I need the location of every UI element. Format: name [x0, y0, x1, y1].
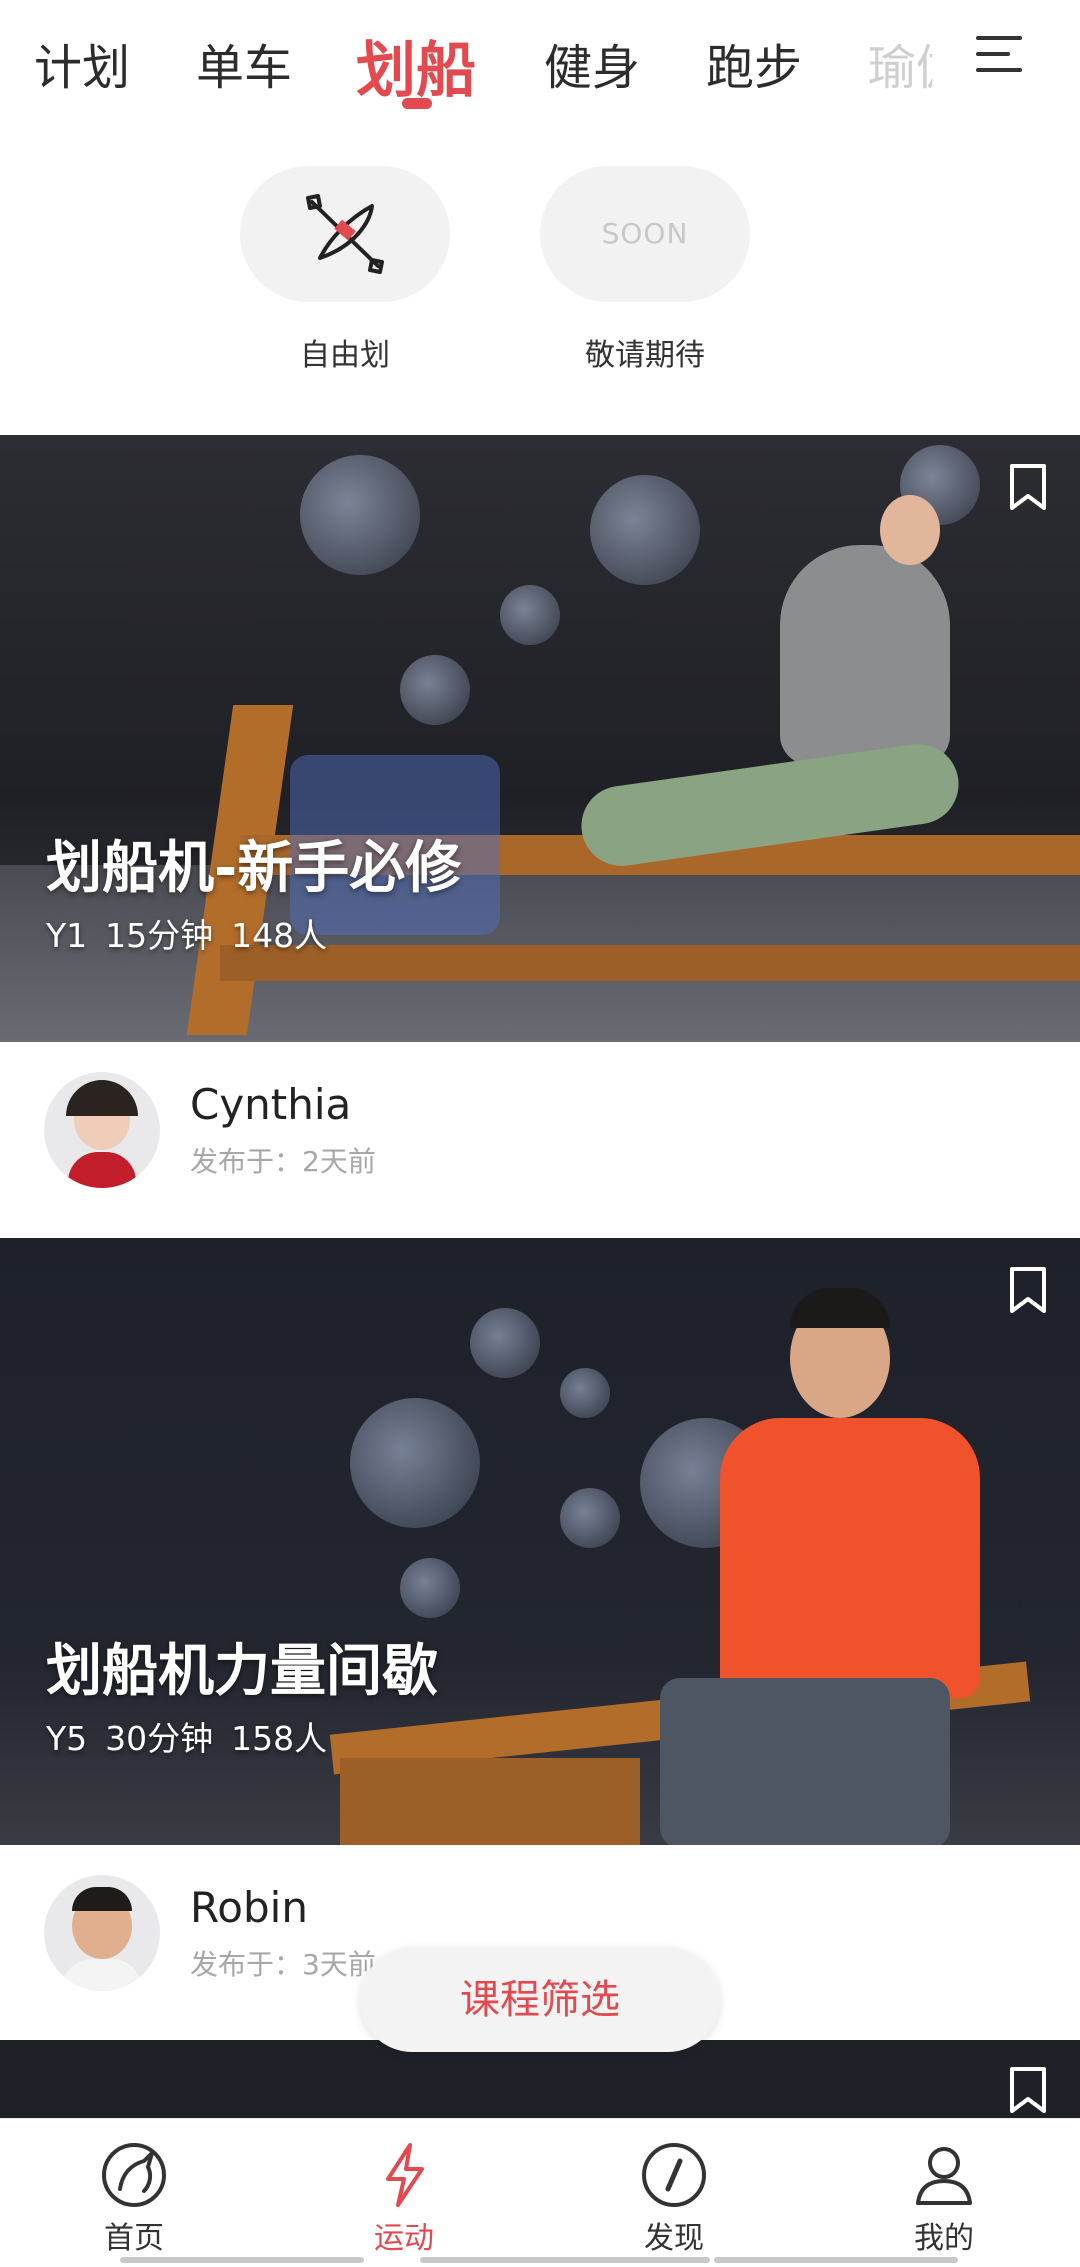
nav-me[interactable]: 我的 [874, 2119, 1014, 2267]
nav-discover-label: 发现 [644, 2221, 704, 2256]
active-tab-indicator [402, 98, 432, 109]
nav-discover[interactable]: 发现 [604, 2119, 744, 2267]
publish-time: 发布于：2天前 [190, 1145, 376, 1178]
nav-sport-label: 运动 [374, 2221, 434, 2256]
nav-divider [714, 2257, 958, 2263]
free-row-mode-button[interactable] [240, 166, 450, 302]
course-duration: 30分钟 [105, 1719, 214, 1758]
course-title: 划船机力量间歇 [46, 1639, 438, 1704]
course-meta: Y1 15分钟 148人 [46, 909, 345, 957]
avatar[interactable] [44, 1072, 160, 1188]
tab-fitness[interactable]: 健身 [544, 28, 640, 98]
free-row-label: 自由划 [300, 338, 390, 373]
course-duration: 15分钟 [105, 916, 214, 955]
bookmark-icon[interactable] [1008, 2066, 1048, 2114]
coach-name: Cynthia [190, 1080, 352, 1129]
coach-row-1[interactable]: Cynthia 发布于：2天前 [0, 1042, 1080, 1238]
course-title: 划船机-新手必修 [46, 836, 462, 901]
coming-soon-mode-button[interactable]: SOON [540, 166, 750, 302]
coach-name: Robin [190, 1883, 308, 1932]
bookmark-icon[interactable] [1008, 463, 1048, 511]
menu-icon[interactable] [976, 34, 1022, 74]
course-meta: Y5 30分钟 158人 [46, 1712, 345, 1760]
course-card-1-hero[interactable]: 划船机-新手必修 Y1 15分钟 148人 [0, 435, 1080, 1042]
nav-me-label: 我的 [914, 2221, 974, 2256]
coming-soon-label: 敬请期待 [585, 338, 705, 373]
avatar[interactable] [44, 1875, 160, 1991]
tab-plan[interactable]: 计划 [34, 28, 130, 98]
lightning-icon [386, 2143, 424, 2207]
tab-yoga[interactable]: 瑜伽 [868, 28, 932, 98]
bottom-navigation: 首页 运动 发现 我的 [0, 2118, 1080, 2267]
bookmark-icon[interactable] [1008, 1266, 1048, 1314]
nav-sport[interactable]: 运动 [334, 2119, 474, 2267]
tab-bike[interactable]: 单车 [196, 28, 292, 98]
publish-time: 发布于：3天前 [190, 1948, 376, 1981]
course-participants: 158人 [231, 1719, 328, 1758]
course-filter-button[interactable]: 课程筛选 [360, 1948, 720, 2052]
tab-running[interactable]: 跑步 [706, 28, 802, 98]
sport-category-tabs: 计划 单车 划船 健身 跑步 瑜伽 [0, 0, 1080, 120]
soon-badge: SOON [601, 217, 689, 250]
tab-rowing[interactable]: 划船 [356, 22, 476, 109]
course-participants: 148人 [231, 916, 328, 955]
kayak-paddle-icon [306, 194, 384, 274]
course-level: Y5 [46, 1719, 88, 1758]
course-card-2-hero[interactable]: 划船机力量间歇 Y5 30分钟 158人 [0, 1238, 1080, 1845]
compass-icon [642, 2143, 706, 2207]
course-level: Y1 [46, 916, 88, 955]
nav-divider [120, 2257, 364, 2263]
nav-home-label: 首页 [104, 2221, 164, 2256]
unicorn-icon [102, 2143, 166, 2207]
user-icon [916, 2147, 972, 2205]
nav-home[interactable]: 首页 [64, 2119, 204, 2267]
nav-divider [420, 2257, 710, 2263]
